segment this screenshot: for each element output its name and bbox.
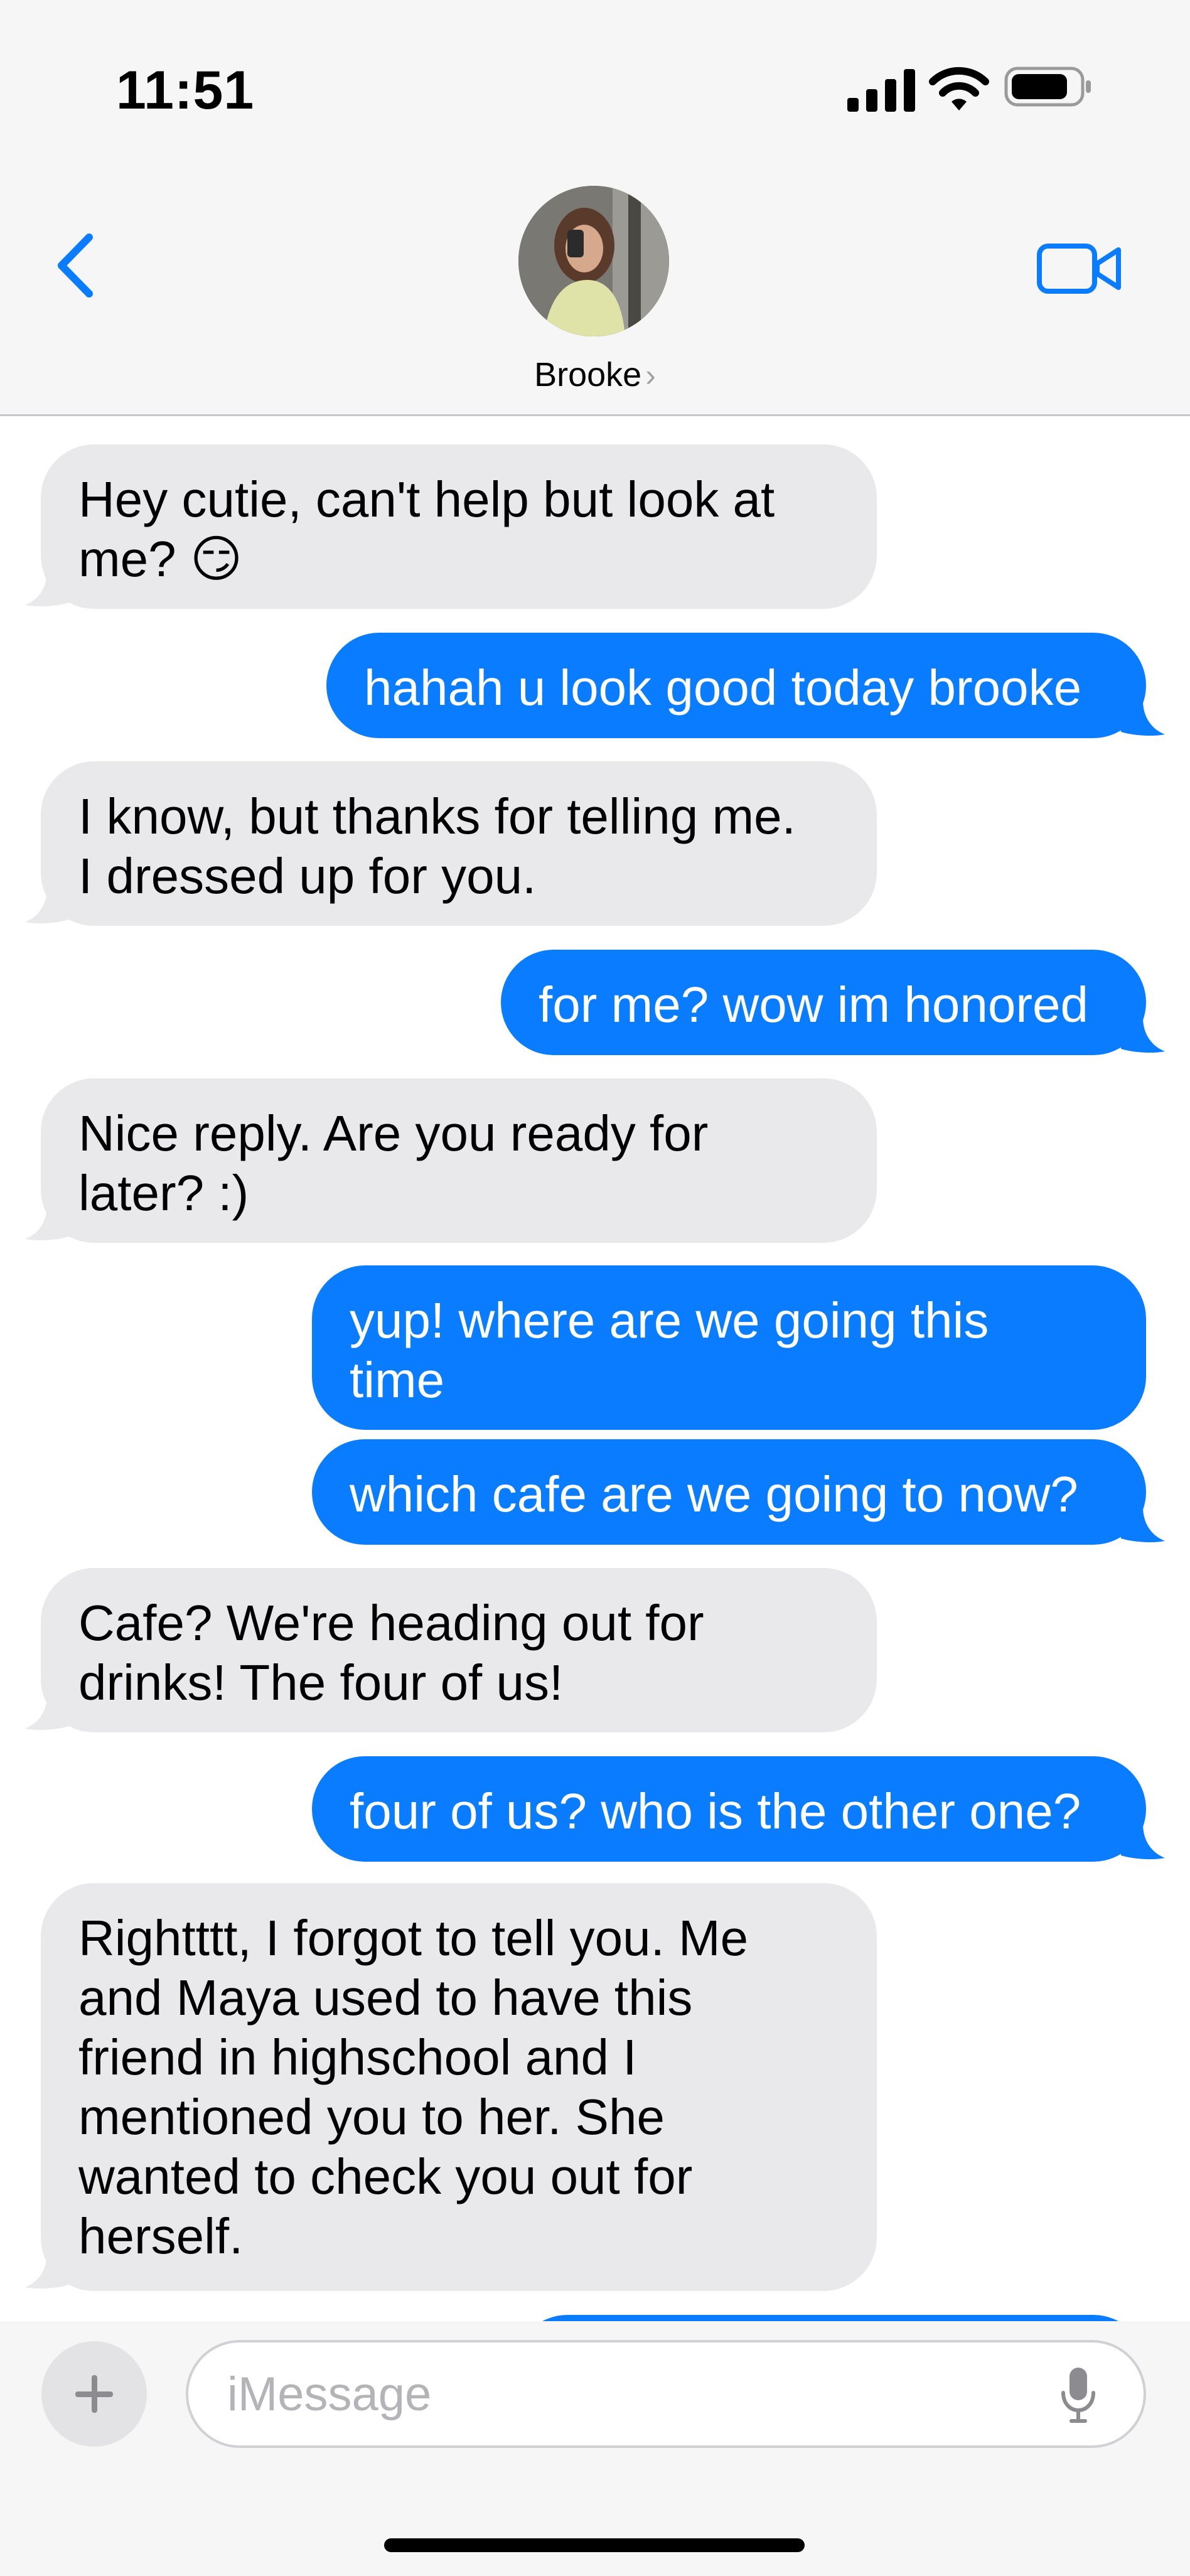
message-line: later? :) — [78, 1165, 249, 1221]
message-line: time — [350, 1352, 445, 1408]
message-line: Hey cutie, can't help but look at — [78, 471, 775, 527]
outgoing-message-partial[interactable] — [515, 2315, 1146, 2321]
incoming-message[interactable]: I know, but thanks for telling me. I dre… — [41, 761, 877, 926]
video-call-button[interactable] — [1036, 237, 1123, 300]
incoming-message[interactable]: Hey cutie, can't help but look at me? 😏 — [41, 444, 877, 609]
outgoing-message[interactable]: yup! where are we going this time — [312, 1265, 1146, 1430]
message-line: for me? wow im honored — [539, 977, 1088, 1033]
incoming-bubble-tail — [25, 1695, 69, 1731]
chevron-right-icon: › — [645, 358, 656, 393]
outgoing-bubble-tail — [1121, 1824, 1165, 1860]
message-line: me? 😏 — [78, 531, 243, 587]
outgoing-bubble-tail — [1121, 700, 1165, 736]
message-thread[interactable]: Hey cutie, can't help but look at me? 😏 … — [0, 416, 1190, 2321]
incoming-message[interactable]: Nice reply. Are you ready for later? :) — [41, 1078, 877, 1243]
contact-name: Brooke — [534, 356, 642, 394]
back-button[interactable] — [50, 231, 100, 300]
message-line: Cafe? We're heading out for — [78, 1595, 704, 1651]
message-line: hahah u look good today brooke — [364, 660, 1082, 716]
home-indicator — [384, 2538, 805, 2552]
incoming-message[interactable]: Rightttt, I forgot to tell you. Me and M… — [41, 1883, 877, 2291]
plus-icon — [75, 2375, 113, 2413]
message-line: wanted to check you out for — [78, 2149, 693, 2204]
contact-name-button[interactable]: Brooke › — [0, 355, 1190, 394]
message-line: four of us? who is the other one? — [350, 1783, 1081, 1839]
message-line: I dressed up for you. — [78, 848, 537, 904]
conversation-header: 11:51 Brooke › — [0, 0, 1190, 416]
incoming-bubble-tail — [25, 888, 69, 924]
message-line: and Maya used to have this — [78, 1970, 693, 2026]
back-chevron-icon — [58, 233, 93, 298]
outgoing-bubble-tail — [1121, 1017, 1165, 1053]
outgoing-bubble-tail — [1121, 1507, 1165, 1543]
avatar-photo — [518, 186, 669, 336]
outgoing-message[interactable]: which cafe are we going to now? — [312, 1439, 1146, 1545]
message-line: which cafe are we going to now? — [350, 1466, 1078, 1522]
wifi-icon — [929, 67, 989, 110]
outgoing-message[interactable]: four of us? who is the other one? — [312, 1756, 1146, 1862]
incoming-bubble-tail — [25, 2253, 69, 2289]
message-line: drinks! The four of us! — [78, 1655, 564, 1710]
video-call-icon — [1037, 244, 1121, 294]
outgoing-message[interactable]: hahah u look good today brooke — [326, 633, 1146, 738]
message-line: friend in highschool and I — [78, 2029, 637, 2085]
cellular-signal-icon — [847, 69, 915, 112]
message-line: I know, but thanks for telling me. — [78, 788, 796, 844]
message-line: Nice reply. Are you ready for — [78, 1105, 709, 1161]
add-attachment-button[interactable] — [41, 2341, 147, 2447]
message-line: Rightttt, I forgot to tell you. Me — [78, 1910, 749, 1966]
incoming-bubble-tail — [25, 1205, 69, 1241]
message-input[interactable] — [186, 2340, 1146, 2448]
incoming-message[interactable]: Cafe? We're heading out for drinks! The … — [41, 1568, 877, 1732]
microphone-icon[interactable] — [1059, 2365, 1097, 2425]
battery-icon — [1004, 67, 1091, 107]
outgoing-message[interactable]: for me? wow im honored — [501, 950, 1146, 1055]
incoming-bubble-tail — [25, 571, 69, 607]
status-time: 11:51 — [116, 60, 255, 121]
message-line: yup! where are we going this — [350, 1292, 989, 1348]
contact-avatar[interactable] — [518, 186, 669, 336]
message-line: mentioned you to her. She — [78, 2089, 665, 2145]
message-line: herself. — [78, 2208, 244, 2264]
